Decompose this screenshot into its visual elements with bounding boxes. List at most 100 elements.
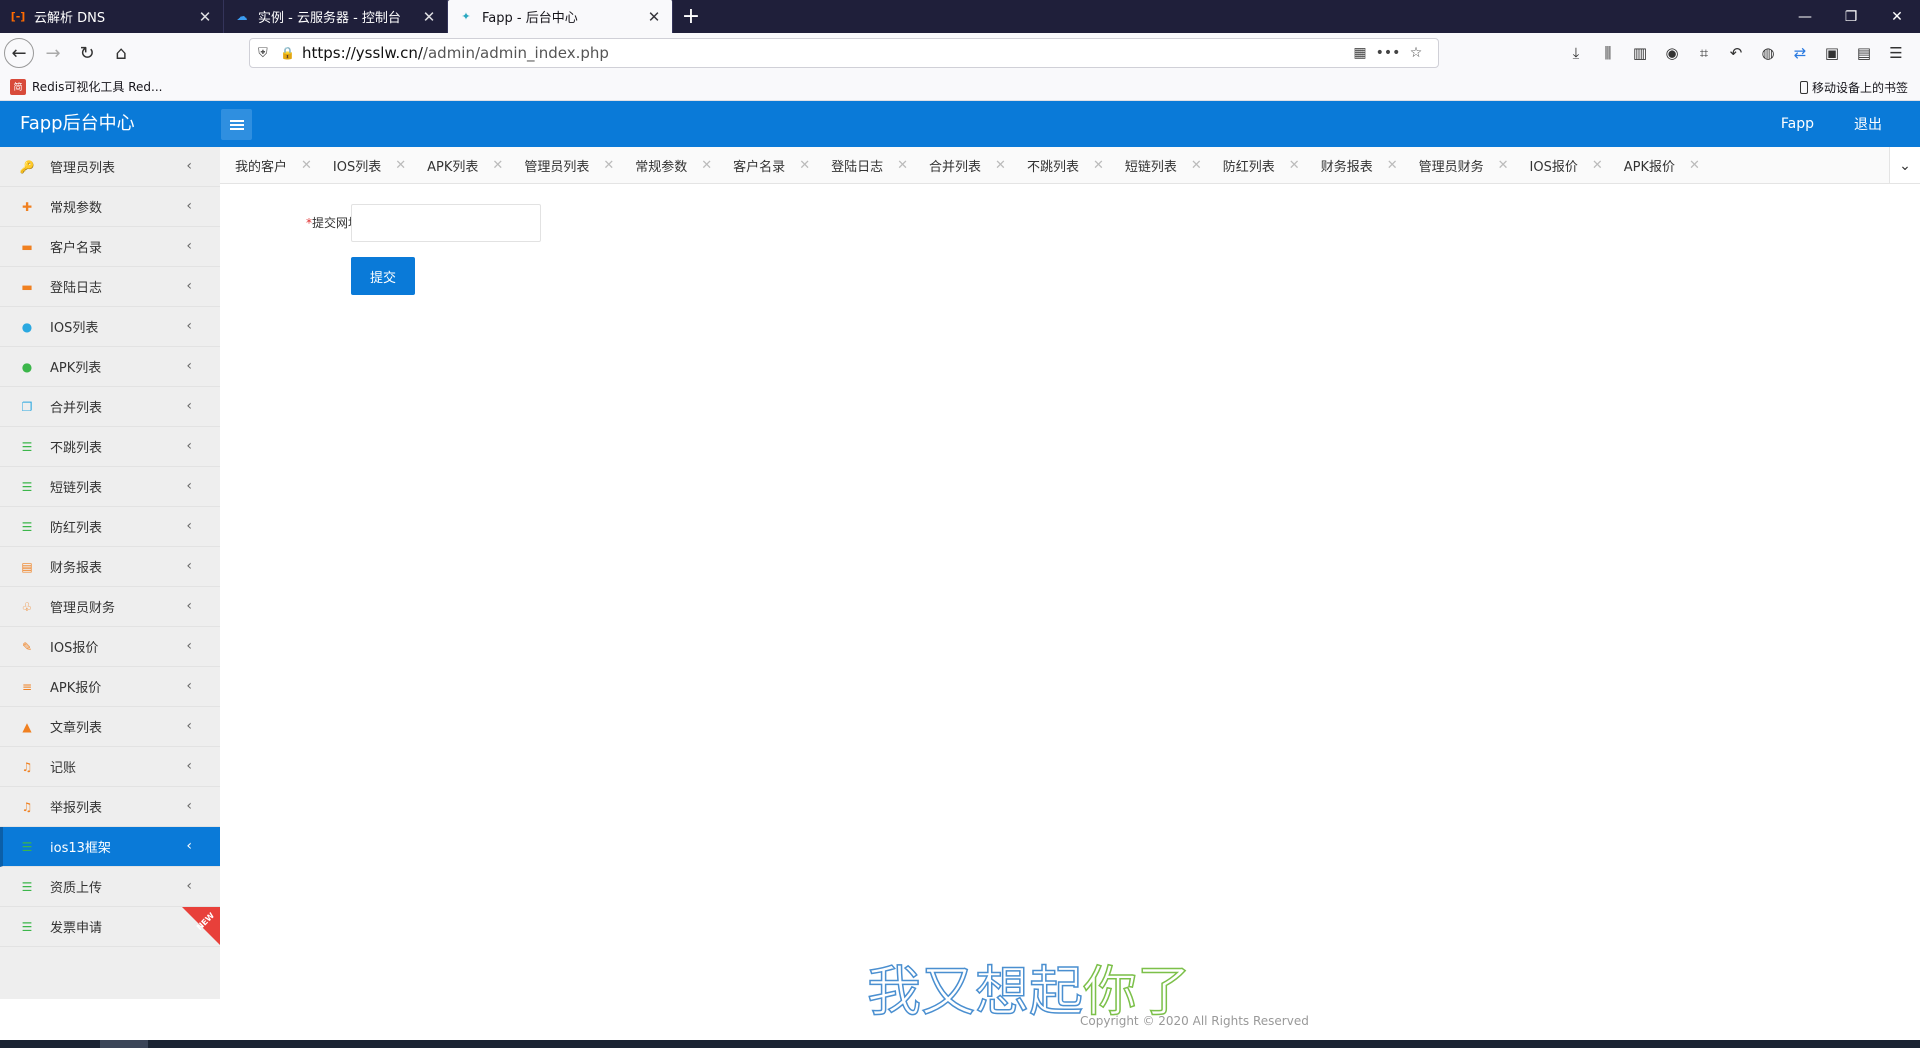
- address-bar[interactable]: ⛨ 🔒 https://ysslw.cn//admin/admin_index.…: [249, 38, 1439, 68]
- shield-icon[interactable]: ⛨: [258, 46, 274, 61]
- sidebar-item[interactable]: ▲ 文章列表 ‹: [0, 707, 220, 747]
- sidebar-item[interactable]: ☰ 短链列表 ‹: [0, 467, 220, 507]
- browser-tab-fapp[interactable]: ✦ Fapp - 后台中心 ✕: [448, 0, 673, 33]
- close-icon[interactable]: ✕: [1689, 158, 1700, 173]
- page-tab[interactable]: 管理员列表 ✕: [509, 147, 620, 183]
- sidebar-item[interactable]: ✎ IOS报价 ‹: [0, 627, 220, 667]
- mobile-bookmarks[interactable]: 移动设备上的书签: [1799, 79, 1908, 96]
- sidebar-item[interactable]: 🔑 管理员列表 ‹: [0, 147, 220, 187]
- sidebar-item[interactable]: ✚ 常规参数 ‹: [0, 187, 220, 227]
- close-icon[interactable]: ✕: [492, 158, 503, 173]
- bookmark-item[interactable]: 简 Redis可视化工具 Red...: [10, 78, 162, 95]
- sidebar-item[interactable]: ♫ 举报列表 ‹: [0, 787, 220, 827]
- library-icon[interactable]: ⫼: [1592, 44, 1624, 62]
- chevron-left-icon: ‹: [186, 158, 192, 174]
- close-icon[interactable]: ✕: [603, 158, 614, 173]
- sidebar-item[interactable]: ▬ 客户名录 ‹: [0, 227, 220, 267]
- page-tab[interactable]: 不跳列表 ✕: [1012, 147, 1110, 183]
- submit-url-input[interactable]: [351, 204, 541, 242]
- minimize-icon[interactable]: —: [1782, 0, 1828, 33]
- chevron-left-icon: ‹: [186, 198, 192, 214]
- url-text[interactable]: https://ysslw.cn//admin/admin_index.php: [302, 44, 1346, 62]
- chevron-down-icon[interactable]: ⌄: [1889, 147, 1920, 183]
- page-tab[interactable]: APK报价 ✕: [1609, 147, 1706, 183]
- close-icon[interactable]: ✕: [1387, 158, 1398, 173]
- close-icon[interactable]: ✕: [1498, 158, 1509, 173]
- download-icon[interactable]: ⤓: [1560, 44, 1592, 62]
- qr-code-icon[interactable]: ▦: [1346, 45, 1374, 61]
- sidebar-item[interactable]: ❐ 合并列表 ‹: [0, 387, 220, 427]
- close-icon[interactable]: ✕: [1093, 158, 1104, 173]
- account-icon[interactable]: ◉: [1656, 44, 1688, 62]
- user-menu[interactable]: Fapp: [1781, 116, 1814, 132]
- close-icon[interactable]: ✕: [897, 158, 908, 173]
- close-icon[interactable]: ✕: [1592, 158, 1603, 173]
- page-tab[interactable]: 我的客户 ✕: [220, 147, 318, 183]
- restore-icon[interactable]: ❐: [1828, 0, 1874, 33]
- close-tab-icon[interactable]: ✕: [421, 8, 437, 26]
- home-button[interactable]: ⌂: [106, 38, 136, 68]
- new-tab-button[interactable]: +: [673, 0, 709, 33]
- close-icon[interactable]: ✕: [701, 158, 712, 173]
- browser-tab-console[interactable]: ☁ 实例 - 云服务器 - 控制台 ✕: [224, 0, 448, 33]
- page-tab-label: 合并列表: [929, 160, 982, 175]
- undo-icon[interactable]: ↶: [1720, 44, 1752, 62]
- submit-button[interactable]: 提交: [351, 257, 415, 295]
- reader-icon[interactable]: ▣: [1816, 44, 1848, 62]
- chevron-left-icon: ‹: [186, 598, 192, 614]
- reload-button[interactable]: ↻: [72, 38, 102, 68]
- logout-link[interactable]: 退出: [1854, 114, 1882, 134]
- close-icon[interactable]: ✕: [395, 158, 406, 173]
- page-tab[interactable]: APK列表 ✕: [412, 147, 509, 183]
- menu-icon[interactable]: ☰: [1880, 44, 1912, 62]
- sidebar-item[interactable]: ≡ APK报价 ‹: [0, 667, 220, 707]
- more-actions-icon[interactable]: •••: [1374, 45, 1402, 61]
- sidebar-item-label: APK列表: [50, 361, 102, 376]
- page-tab[interactable]: 短链列表 ✕: [1110, 147, 1208, 183]
- sidebar-toggle-button[interactable]: [221, 109, 252, 140]
- page-tab[interactable]: 客户名录 ✕: [718, 147, 816, 183]
- page-tab[interactable]: 财务报表 ✕: [1306, 147, 1404, 183]
- sidebar-item[interactable]: ☰ 防红列表 ‹: [0, 507, 220, 547]
- page-tab-label: 短链列表: [1124, 160, 1177, 175]
- sidebar-item[interactable]: ☰ 不跳列表 ‹: [0, 427, 220, 467]
- extension-icon[interactable]: ◍: [1752, 44, 1784, 62]
- bookmark-star-icon[interactable]: ☆: [1402, 45, 1430, 61]
- close-icon[interactable]: ✕: [301, 158, 312, 173]
- page-tab[interactable]: IOS列表 ✕: [318, 147, 412, 183]
- screenshot-icon[interactable]: ⌗: [1688, 44, 1720, 62]
- close-icon[interactable]: ✕: [1289, 158, 1300, 173]
- taskbar-item[interactable]: [100, 1040, 148, 1048]
- sidebar-item[interactable]: ♧ 管理员财务 ‹: [0, 587, 220, 627]
- close-icon[interactable]: ✕: [1191, 158, 1202, 173]
- sidebar-item[interactable]: ▬ 登陆日志 ‹: [0, 267, 220, 307]
- back-button[interactable]: ←: [4, 38, 34, 68]
- browser-tab-dns[interactable]: [-] 云解析 DNS ✕: [0, 0, 224, 33]
- page-tab[interactable]: 合并列表 ✕: [914, 147, 1012, 183]
- close-tab-icon[interactable]: ✕: [646, 8, 662, 26]
- close-tab-icon[interactable]: ✕: [197, 8, 213, 26]
- sidebar-item[interactable]: ● APK列表 ‹: [0, 347, 220, 387]
- page-tab[interactable]: 登陆日志 ✕: [816, 147, 914, 183]
- sidebar-item[interactable]: ☰ 资质上传 ‹: [0, 867, 220, 907]
- browser-tab-title: 云解析 DNS: [34, 11, 106, 26]
- sidebar-item[interactable]: ▤ 财务报表 ‹: [0, 547, 220, 587]
- page-tab[interactable]: 防红列表 ✕: [1208, 147, 1306, 183]
- page-tab[interactable]: IOS报价 ✕: [1515, 147, 1609, 183]
- lock-icon[interactable]: 🔒: [280, 46, 295, 60]
- sidebar-item[interactable]: ☰ ios13框架 ‹: [0, 827, 220, 867]
- sync-icon[interactable]: ⇄: [1784, 44, 1816, 62]
- container-icon[interactable]: ▤: [1848, 44, 1880, 62]
- close-icon[interactable]: ✕: [995, 158, 1006, 173]
- close-icon[interactable]: ✕: [799, 158, 810, 173]
- sidebar-item[interactable]: ☰ 发票申请 NEW: [0, 907, 220, 947]
- app-logo[interactable]: Fapp后台中心: [20, 101, 135, 147]
- page-tab[interactable]: 管理员财务 ✕: [1404, 147, 1515, 183]
- sidebar-icon[interactable]: ▥: [1624, 44, 1656, 62]
- forward-button[interactable]: →: [38, 38, 68, 68]
- sidebar-item[interactable]: ♫ 记账 ‹: [0, 747, 220, 787]
- close-window-icon[interactable]: ✕: [1874, 0, 1920, 33]
- page-tab[interactable]: 常规参数 ✕: [620, 147, 718, 183]
- page-tab-label: 防红列表: [1222, 160, 1275, 175]
- sidebar-item[interactable]: ● IOS列表 ‹: [0, 307, 220, 347]
